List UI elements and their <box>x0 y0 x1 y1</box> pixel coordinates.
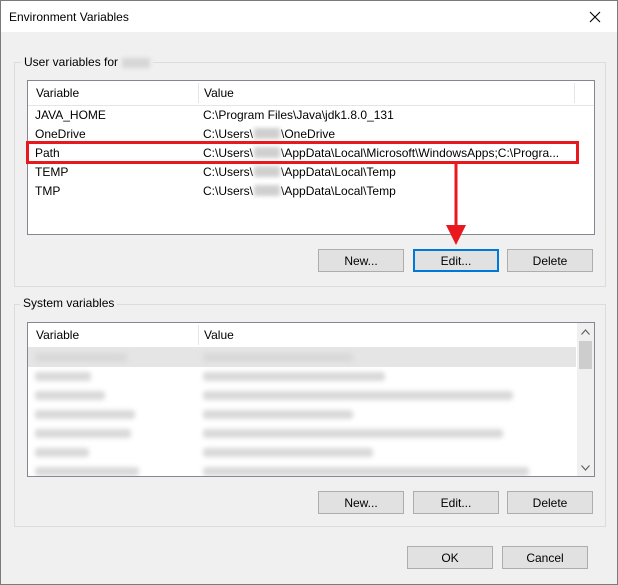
system-delete-button[interactable]: Delete <box>507 491 593 514</box>
user-list-header: Variable Value <box>28 81 594 106</box>
ok-button[interactable]: OK <box>407 546 493 569</box>
value-text: \OneDrive <box>281 127 336 141</box>
system-variables-list[interactable]: Variable Value <box>27 322 595 477</box>
redacted-variable-value <box>203 467 529 476</box>
redacted-variable-value <box>203 353 353 362</box>
redacted-variable-name <box>35 429 131 438</box>
system-variable-row[interactable] <box>28 348 576 367</box>
redacted-username <box>254 185 281 196</box>
variable-value-cell: C:\Users\ \AppData\Local\Temp <box>203 163 575 182</box>
variable-value-cell: C:\Program Files\Java\jdk1.8.0_131 <box>203 106 575 125</box>
variable-name-cell: Path <box>35 146 60 160</box>
redacted-variable-value <box>203 448 373 457</box>
user-variable-row[interactable]: JAVA_HOME C:\Program Files\Java\jdk1.8.0_… <box>28 106 594 125</box>
column-header-value[interactable]: Value <box>198 81 572 105</box>
redacted-variable-value <box>203 391 513 400</box>
variable-name-cell: TEMP <box>35 165 69 179</box>
redacted-variable-name <box>35 448 89 457</box>
redacted-username <box>254 166 281 177</box>
window-title: Environment Variables <box>9 10 129 24</box>
redacted-variable-value <box>203 372 385 381</box>
column-header-variable[interactable]: Variable <box>30 81 198 105</box>
annotation-arrow-icon <box>446 163 466 245</box>
value-text: \AppData\Local\Temp <box>281 165 396 179</box>
column-header-variable[interactable]: Variable <box>30 323 198 347</box>
chevron-down-icon <box>581 464 590 471</box>
user-variables-label: User variables for <box>21 55 154 69</box>
value-text: \AppData\Local\Temp <box>281 184 396 198</box>
redacted-variable-value <box>203 410 353 419</box>
system-variable-row[interactable] <box>28 367 576 386</box>
system-variable-row[interactable] <box>28 405 576 424</box>
scroll-up-button[interactable] <box>577 323 594 340</box>
column-divider[interactable] <box>574 83 575 103</box>
redacted-variable-name <box>35 391 105 400</box>
cancel-button[interactable]: Cancel <box>502 546 588 569</box>
user-variables-list[interactable]: Variable Value JAVA_HOME C:\Program Files… <box>27 80 595 235</box>
redacted-variable-name <box>35 353 127 362</box>
user-new-button[interactable]: New... <box>318 249 404 272</box>
system-list-header: Variable Value <box>28 323 576 348</box>
user-variable-row[interactable]: Path C:\Users\ \AppData\Local\Microsoft\Wi… <box>28 144 594 163</box>
variable-value-cell: C:\Users\ \AppData\Local\Microsoft\Window… <box>203 144 575 163</box>
system-variable-row[interactable] <box>28 386 576 405</box>
system-variable-row[interactable] <box>28 462 576 476</box>
system-new-button[interactable]: New... <box>318 491 404 514</box>
scroll-thumb[interactable] <box>579 341 592 369</box>
user-variables-label-text: User variables for <box>24 55 119 69</box>
variable-value-cell: C:\Users\ \OneDrive <box>203 125 575 144</box>
system-variable-row[interactable] <box>28 443 576 462</box>
system-list-scrollbar[interactable] <box>577 323 594 476</box>
title-bar[interactable]: Environment Variables <box>1 1 617 32</box>
value-text: C:\Users\ <box>203 127 254 141</box>
value-text: C:\Users\ <box>203 165 254 179</box>
user-delete-button[interactable]: Delete <box>507 249 593 272</box>
chevron-up-icon <box>581 328 590 335</box>
redacted-variable-value <box>203 429 503 438</box>
value-text: C:\Program Files\Java\jdk1.8.0_131 <box>203 108 394 122</box>
column-header-value[interactable]: Value <box>198 323 572 347</box>
system-variable-row[interactable] <box>28 424 576 443</box>
variable-name-cell: JAVA_HOME <box>35 108 106 122</box>
redacted-username <box>254 147 281 158</box>
scroll-down-button[interactable] <box>577 459 594 476</box>
environment-variables-dialog: Environment Variables User variables for… <box>0 0 618 585</box>
redacted-username <box>254 128 281 139</box>
close-button[interactable] <box>573 1 617 32</box>
value-text: C:\Users\ <box>203 184 254 198</box>
value-text: C:\Users\ <box>203 146 254 160</box>
redacted-variable-name <box>35 410 135 419</box>
user-variable-row[interactable]: OneDrive C:\Users\ \OneDrive <box>28 125 594 144</box>
redacted-variable-name <box>35 467 139 476</box>
value-text: \AppData\Local\Microsoft\WindowsApps;C:\… <box>281 146 560 160</box>
variable-name-cell: OneDrive <box>35 127 86 141</box>
system-variables-label: System variables <box>20 296 118 310</box>
redacted-username <box>122 57 151 68</box>
redacted-variable-name <box>35 372 91 381</box>
user-edit-button[interactable]: Edit... <box>413 249 499 272</box>
close-icon <box>589 11 601 22</box>
user-variable-row[interactable]: TEMP C:\Users\ \AppData\Local\Temp <box>28 163 594 182</box>
user-variable-row[interactable]: TMP C:\Users\ \AppData\Local\Temp <box>28 182 594 201</box>
variable-value-cell: C:\Users\ \AppData\Local\Temp <box>203 182 575 201</box>
variable-name-cell: TMP <box>35 184 61 198</box>
system-edit-button[interactable]: Edit... <box>413 491 499 514</box>
